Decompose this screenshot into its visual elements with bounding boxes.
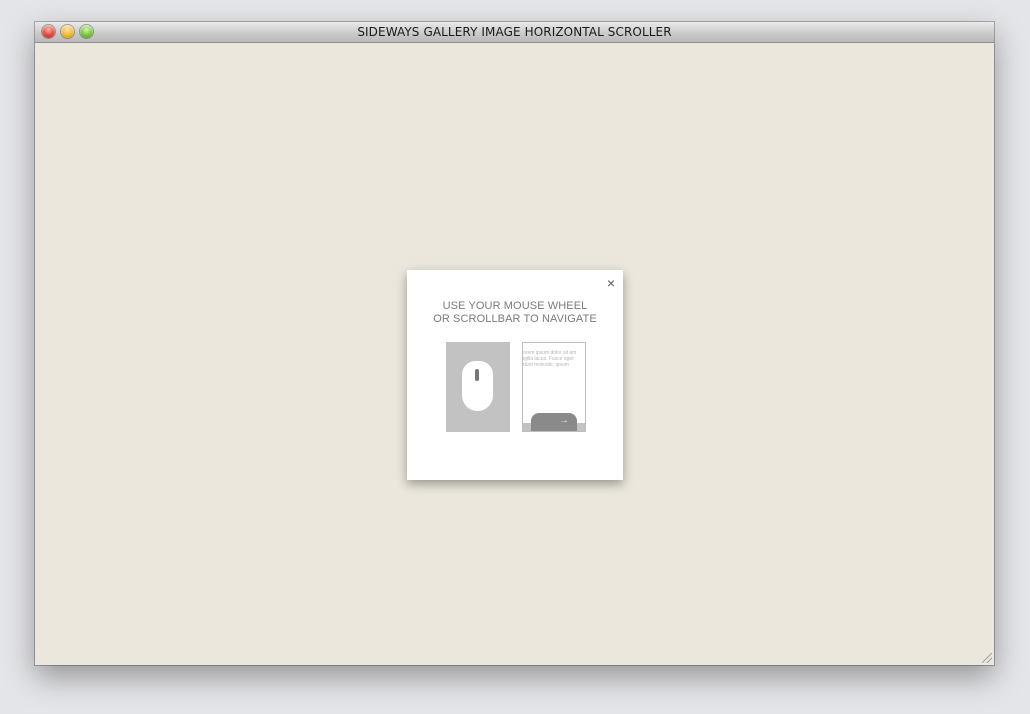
instruction-line-1: USE YOUR MOUSE WHEEL: [442, 300, 588, 312]
title-bar[interactable]: SIDEWAYS GALLERY IMAGE HORIZONTAL SCROLL…: [35, 22, 994, 43]
mouse-icon: [462, 361, 493, 411]
resize-grip-icon[interactable]: [982, 653, 992, 663]
app-window: SIDEWAYS GALLERY IMAGE HORIZONTAL SCROLL…: [35, 22, 994, 665]
arrow-right-icon: →: [559, 415, 569, 426]
scrollbar-page-icon: →: [531, 413, 577, 431]
navigation-help-dialog: × USE YOUR MOUSE WHEEL OR SCROLLBAR TO N…: [407, 270, 623, 480]
mouse-scroll-wheel: [475, 369, 479, 381]
instruction-text: USE YOUR MOUSE WHEEL OR SCROLLBAR TO NAV…: [407, 300, 623, 326]
mouse-wheel-illustration: [446, 342, 510, 432]
gallery-content[interactable]: × USE YOUR MOUSE WHEEL OR SCROLLBAR TO N…: [35, 43, 994, 665]
scrollbar-illustration: orem ipsum dolor sit am igilla lacus. Fu…: [522, 342, 586, 432]
window-title: SIDEWAYS GALLERY IMAGE HORIZONTAL SCROLL…: [357, 25, 672, 39]
instruction-line-2: OR SCROLLBAR TO NAVIGATE: [433, 313, 597, 325]
page-preview-text: orem ipsum dolor sit am igilla lacus. Fu…: [523, 350, 585, 368]
close-icon[interactable]: ×: [607, 276, 615, 290]
page-preview-line: dunt molestie, ipsum: [523, 362, 569, 368]
